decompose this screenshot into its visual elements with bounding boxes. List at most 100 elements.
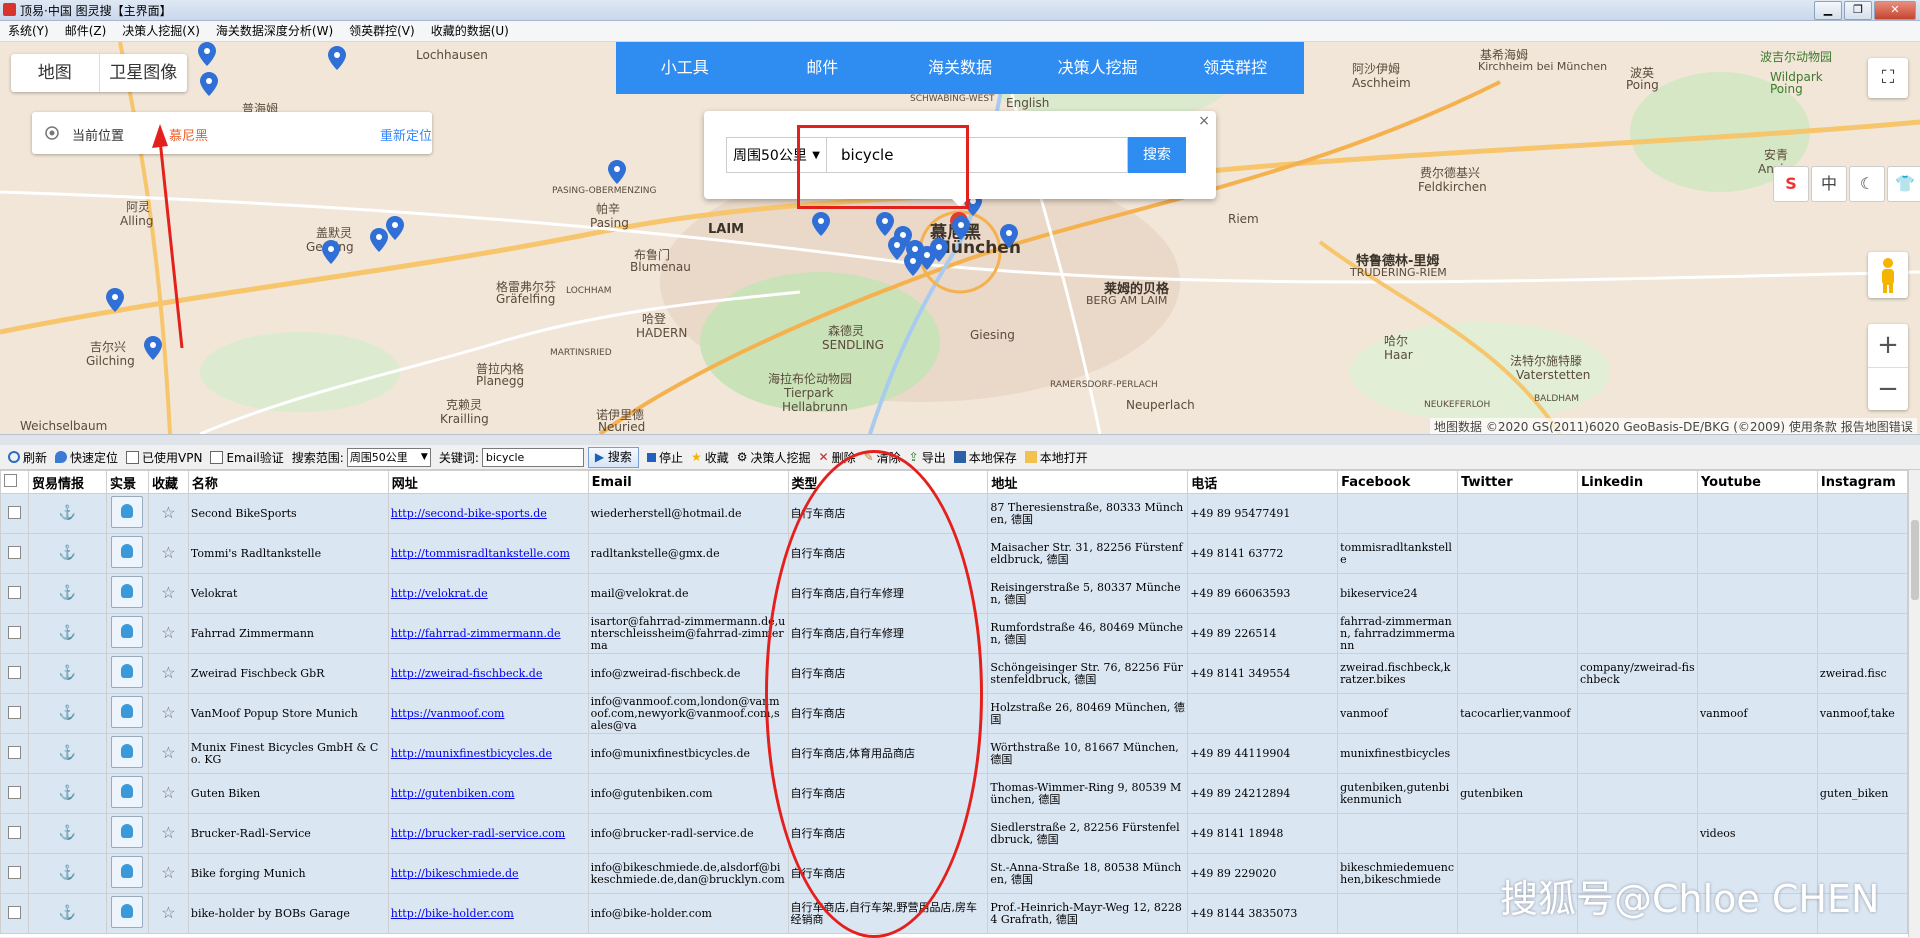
- favorite-button[interactable]: ★ 收藏: [691, 449, 729, 466]
- menu-linkedin[interactable]: 领英群控(V): [341, 21, 423, 41]
- quick-locate-button[interactable]: 快速定位: [55, 449, 118, 466]
- row-checkbox-cell[interactable]: [0, 493, 29, 534]
- star-icon[interactable]: ☆: [161, 503, 175, 522]
- column-header[interactable]: Linkedin: [1577, 470, 1698, 494]
- toolbar-search-button[interactable]: ▶ 搜索: [587, 446, 639, 468]
- column-header[interactable]: Facebook: [1337, 470, 1459, 494]
- street-view-icon[interactable]: [111, 496, 144, 528]
- row-checkbox[interactable]: [7, 785, 21, 799]
- street-view-cell[interactable]: [105, 613, 149, 654]
- street-view-cell[interactable]: [105, 733, 149, 774]
- tab-satellite[interactable]: 卫星图像: [100, 54, 188, 92]
- minimize-button[interactable]: ▁: [1814, 1, 1842, 20]
- trade-intel-cell[interactable]: ⚓: [27, 733, 107, 774]
- map-pin-icon[interactable]: [930, 238, 948, 262]
- anchor-icon[interactable]: ⚓: [59, 705, 76, 721]
- row-checkbox[interactable]: [7, 585, 21, 599]
- refresh-button[interactable]: 刷新: [8, 449, 47, 466]
- menu-customs-analysis[interactable]: 海关数据深度分析(W): [208, 21, 341, 41]
- column-header[interactable]: Twitter: [1457, 470, 1578, 494]
- map-pin-icon[interactable]: [812, 212, 830, 236]
- trade-intel-cell[interactable]: ⚓: [27, 853, 107, 894]
- map-pin-icon[interactable]: [106, 288, 124, 312]
- select-all-checkbox[interactable]: [4, 473, 17, 487]
- street-view-icon[interactable]: [111, 816, 144, 848]
- street-view-cell[interactable]: [105, 773, 149, 814]
- menu-system[interactable]: 系统(Y): [0, 21, 57, 41]
- website-link[interactable]: http://velokrat.de: [391, 587, 488, 600]
- favorite-cell[interactable]: ☆: [147, 773, 189, 814]
- street-view-icon[interactable]: [111, 656, 144, 688]
- favorite-cell[interactable]: ☆: [147, 493, 189, 534]
- column-header[interactable]: Email: [587, 470, 789, 494]
- street-view-icon[interactable]: [111, 536, 144, 568]
- keyword-field[interactable]: bicycle: [481, 447, 584, 467]
- trade-intel-cell[interactable]: ⚓: [27, 773, 107, 814]
- website-link[interactable]: http://tommisradltankstelle.com: [391, 547, 570, 560]
- menu-favorites[interactable]: 收藏的数据(U): [423, 21, 517, 41]
- website-link[interactable]: http://fahrrad-zimmermann.de: [391, 627, 561, 640]
- nav-customs[interactable]: 海关数据: [891, 42, 1029, 94]
- row-checkbox-cell[interactable]: [0, 893, 29, 934]
- scrollbar-thumb[interactable]: [1911, 520, 1919, 600]
- star-icon[interactable]: ☆: [161, 743, 175, 762]
- sogou-icon[interactable]: S: [1773, 166, 1809, 202]
- column-header[interactable]: 电话: [1187, 470, 1339, 494]
- row-checkbox-cell[interactable]: [0, 693, 29, 734]
- zoom-out-button[interactable]: −: [1868, 368, 1908, 411]
- row-checkbox[interactable]: [7, 665, 21, 679]
- column-header[interactable]: 网址: [387, 470, 589, 494]
- column-header[interactable]: 贸易情报: [27, 470, 107, 494]
- anchor-icon[interactable]: ⚓: [59, 785, 76, 801]
- anchor-icon[interactable]: ⚓: [59, 905, 76, 921]
- street-view-icon[interactable]: [111, 896, 144, 928]
- star-icon[interactable]: ☆: [161, 623, 175, 642]
- street-view-cell[interactable]: [105, 573, 149, 614]
- map-pin-icon[interactable]: [608, 160, 626, 184]
- anchor-icon[interactable]: ⚓: [59, 505, 76, 521]
- favorite-cell[interactable]: ☆: [147, 813, 189, 854]
- shirt-icon[interactable]: 👕: [1887, 166, 1920, 202]
- save-local-button[interactable]: 本地保存: [953, 449, 1017, 466]
- anchor-icon[interactable]: ⚓: [59, 585, 76, 601]
- favorite-cell[interactable]: ☆: [147, 693, 189, 734]
- anchor-icon[interactable]: ⚓: [59, 745, 76, 761]
- anchor-icon[interactable]: ⚓: [59, 825, 76, 841]
- row-checkbox-cell[interactable]: [0, 613, 29, 654]
- nav-mail[interactable]: 邮件: [754, 42, 892, 94]
- nav-tools[interactable]: 小工具: [616, 42, 754, 94]
- row-checkbox-cell[interactable]: [0, 653, 29, 694]
- open-local-button[interactable]: 本地打开: [1024, 449, 1088, 466]
- row-checkbox-cell[interactable]: [0, 573, 29, 614]
- row-checkbox[interactable]: [7, 705, 21, 719]
- menu-mail[interactable]: 邮件(Z): [57, 21, 115, 41]
- column-header[interactable]: 实景: [105, 470, 149, 494]
- website-link[interactable]: http://brucker-radl-service.com: [391, 827, 565, 840]
- map-pin-icon[interactable]: [370, 228, 388, 252]
- favorite-cell[interactable]: ☆: [147, 613, 189, 654]
- star-icon[interactable]: ☆: [161, 663, 175, 682]
- street-view-cell[interactable]: [105, 493, 149, 534]
- street-view-cell[interactable]: [105, 653, 149, 694]
- vertical-scrollbar[interactable]: [1908, 470, 1920, 937]
- street-view-cell[interactable]: [105, 853, 149, 894]
- trade-intel-cell[interactable]: ⚓: [27, 893, 107, 934]
- website-link[interactable]: http://bikeschmiede.de: [391, 867, 519, 880]
- star-icon[interactable]: ☆: [161, 823, 175, 842]
- search-button[interactable]: 搜索: [1128, 137, 1186, 173]
- range-dropdown[interactable]: 周围50公里 ▼: [346, 447, 431, 467]
- anchor-icon[interactable]: ⚓: [59, 545, 76, 561]
- stop-button[interactable]: 停止: [646, 449, 683, 466]
- email-verify-checkbox[interactable]: Email验证: [210, 449, 284, 466]
- website-link[interactable]: http://bike-holder.com: [391, 907, 514, 920]
- nav-linkedin[interactable]: 领英群控: [1166, 42, 1304, 94]
- street-view-icon[interactable]: [111, 856, 144, 888]
- favorite-cell[interactable]: ☆: [147, 533, 189, 574]
- trade-intel-cell[interactable]: ⚓: [27, 653, 107, 694]
- street-view-cell[interactable]: [105, 893, 149, 934]
- relocate-link[interactable]: 重新定位: [380, 125, 432, 144]
- trade-intel-cell[interactable]: ⚓: [27, 813, 107, 854]
- website-link[interactable]: http://second-bike-sports.de: [391, 507, 547, 520]
- favorite-cell[interactable]: ☆: [147, 853, 189, 894]
- language-button[interactable]: 中: [1811, 166, 1847, 202]
